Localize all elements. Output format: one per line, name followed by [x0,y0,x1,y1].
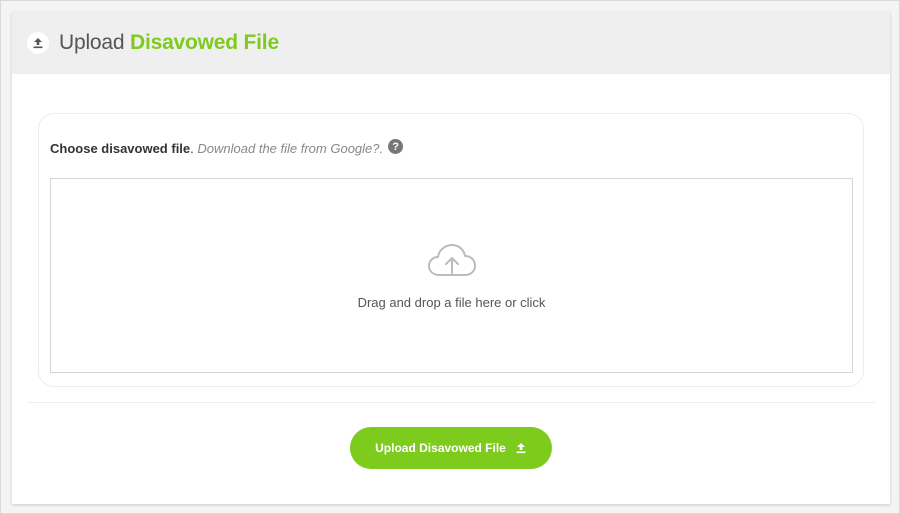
file-label: Choose disavowed file [50,141,191,156]
upload-icon [27,32,49,54]
help-icon[interactable]: ? [388,139,404,154]
upload-disavowed-file-button[interactable]: Upload Disavowed File [350,427,552,469]
file-label-row: Choose disavowed file. Download the file… [50,139,404,156]
panel-header: Upload Disavowed File [12,12,890,74]
app-frame: Upload Disavowed File Choose disavowed f… [0,0,900,514]
page-title: Upload Disavowed File [59,31,279,55]
file-dropzone[interactable]: Drag and drop a file here or click [50,178,853,373]
upload-panel: Upload Disavowed File Choose disavowed f… [12,12,890,504]
upload-button-label: Upload Disavowed File [375,441,506,455]
file-label-separator: . [190,141,194,156]
dropzone-instruction: Drag and drop a file here or click [357,295,546,310]
upload-icon [515,442,527,454]
file-upload-card: Choose disavowed file. Download the file… [38,113,864,387]
divider [27,402,875,403]
page-title-accent: Disavowed File [130,31,279,54]
page-title-prefix: Upload [59,31,125,54]
cloud-upload-icon [427,243,477,279]
download-hint-link[interactable]: Download the file from Google?. [197,141,383,156]
